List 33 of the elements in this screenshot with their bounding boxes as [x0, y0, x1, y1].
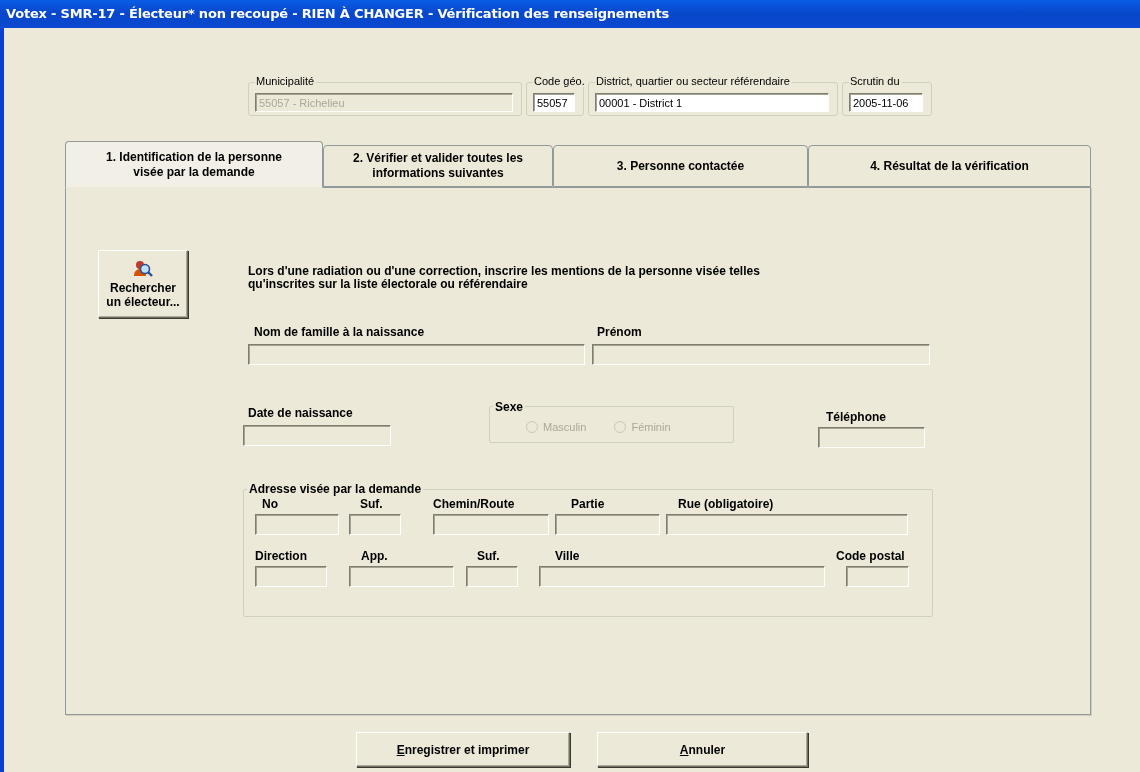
tab[interactable]: 4. Résultat de la vérification: [808, 145, 1091, 187]
field-label: Prénom: [597, 325, 643, 339]
field-label: Rue (obligatoire): [678, 497, 775, 511]
instruction-text: Lors d'une radiation ou d'une correction, inscrire les mentions de la personne visée telles qu'inscrites sur la liste électorale ou référendaire: [248, 265, 760, 293]
field-label: Téléphone: [826, 410, 887, 424]
person-magnifier-icon: [133, 259, 153, 279]
dialog-button[interactable]: Annuler: [597, 732, 808, 767]
group-label: Scrutin du: [849, 75, 902, 87]
group-label: District, quartier ou secteur référendaire: [595, 75, 792, 87]
field-label: Suf.: [477, 549, 501, 563]
tab[interactable]: 2. Vérifier et valider toutes les informations suivantes: [323, 145, 553, 187]
field-label: Code postal: [836, 549, 906, 563]
search-button[interactable]: Rechercher un électeur...: [98, 250, 188, 318]
tab[interactable]: 3. Personne contactée: [553, 145, 808, 187]
dialog-button[interactable]: Enregistrer et imprimer: [356, 732, 570, 767]
input-field[interactable]: 55057: [533, 93, 575, 112]
group-label: Adresse visée par la demande: [247, 482, 424, 496]
group-label: Municipalité: [255, 75, 317, 87]
field-label: App.: [361, 549, 389, 563]
field-label: No: [262, 497, 279, 511]
window-title: Votex - SMR-17 - Électeur* non recoupé - RIEN À CHANGER - Vérification des renseignements: [0, 0, 1140, 28]
field-label: Suf.: [360, 497, 384, 511]
input-field[interactable]: 00001 - District 1: [595, 93, 829, 112]
field-label: Partie: [571, 497, 606, 511]
tab[interactable]: 1. Identification de la personne visée par la demande: [65, 141, 323, 188]
field-label: Ville: [555, 549, 581, 563]
field-label: Date de naissance: [248, 406, 354, 420]
field-label: Direction: [255, 549, 308, 563]
field-label: Nom de famille à la naissance: [254, 325, 426, 339]
input-field[interactable]: 2005-11-06: [849, 93, 923, 112]
group-label: Code géo.: [533, 75, 587, 87]
group-label: Sexe: [493, 400, 526, 414]
field-label: Chemin/Route: [433, 497, 516, 511]
